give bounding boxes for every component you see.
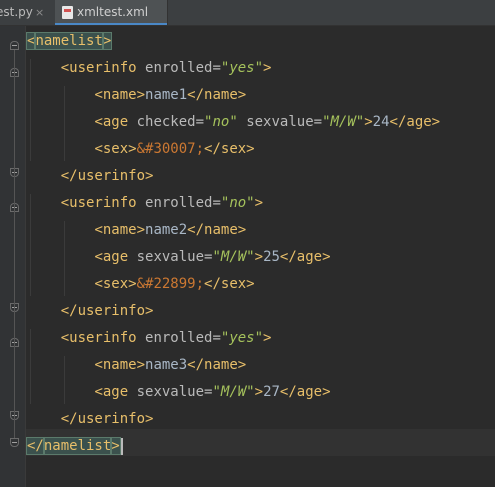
code-line[interactable]: </userinfo> [61, 406, 154, 433]
code-token: > [254, 384, 264, 400]
code-token: </name> [187, 87, 247, 103]
close-tab-icon[interactable]: × [35, 0, 44, 25]
code-token: "M/W" [322, 114, 365, 130]
code-token: = [195, 114, 205, 130]
fold-range-line [14, 347, 15, 411]
code-token: <sex> [94, 276, 137, 292]
code-token: "yes" [220, 330, 264, 346]
code-token: sexvalue [246, 114, 314, 130]
code-token: </userinfo> [60, 168, 154, 184]
code-token: &#22899; [136, 276, 205, 292]
code-token: > [254, 195, 264, 211]
tab-label: est.py [0, 5, 33, 19]
code-line[interactable]: </namelist> [26, 433, 123, 460]
indent-guide [30, 329, 31, 404]
code-line[interactable]: <userinfo enrolled="yes"> [61, 55, 272, 82]
code-token: > [101, 32, 113, 50]
code-token: > [263, 60, 272, 76]
active-tab-indicator [55, 23, 167, 25]
code-line[interactable]: <name>name2</name> [94, 217, 246, 244]
code-token: </sex> [204, 141, 255, 157]
tab-xmltest-xml[interactable]: xmltest.xml [55, 0, 168, 25]
editor-gutter [0, 26, 26, 487]
code-token: enrolled [145, 60, 213, 76]
code-line[interactable]: <namelist> [25, 28, 113, 55]
fold-marker-icon[interactable] [10, 41, 19, 50]
indent-guide [30, 194, 31, 296]
code-token: "M/W" [212, 249, 255, 265]
code-token: > [364, 114, 373, 130]
code-line[interactable]: <name>name3</name> [94, 352, 246, 379]
code-token: "no" [204, 114, 238, 130]
code-token: <name> [94, 87, 146, 103]
tab-label: xmltest.xml [77, 5, 149, 19]
code-token: <sex> [94, 141, 137, 157]
code-token: namelist [34, 32, 104, 50]
code-token: = [212, 195, 221, 211]
code-token: <name> [94, 222, 146, 238]
code-token: </name> [187, 357, 247, 373]
code-token: enrolled [145, 330, 213, 346]
indent-guide [30, 59, 31, 161]
code-token: name3 [145, 357, 188, 373]
code-line[interactable]: <age sexvalue="M/W">25</age> [94, 244, 330, 271]
code-line[interactable]: <name>name1</name> [94, 82, 246, 109]
code-token: "yes" [220, 60, 264, 76]
code-token: <name> [94, 357, 146, 373]
code-token: > [254, 249, 264, 265]
code-token: "M/W" [212, 384, 255, 400]
indent-guide [63, 356, 65, 404]
code-token: </name> [187, 222, 247, 238]
code-token: </age> [279, 384, 331, 400]
code-token: <userinfo [60, 330, 146, 346]
code-editor[interactable]: <namelist> <userinfo enrolled="yes"> <name… [0, 26, 495, 487]
code-token: enrolled [145, 195, 213, 211]
code-token: > [110, 437, 121, 455]
fold-marker-icon[interactable] [10, 438, 19, 447]
code-line[interactable]: <age sexvalue="M/W">27</age> [94, 379, 330, 406]
indent-guide [63, 221, 65, 296]
code-token: </age> [389, 114, 441, 130]
code-token: 25 [263, 249, 280, 265]
code-token: <userinfo [60, 60, 146, 76]
code-line[interactable]: </userinfo> [61, 163, 154, 190]
text-caret [120, 437, 123, 455]
code-token: name1 [145, 87, 188, 103]
code-token: </ [26, 437, 45, 455]
code-token: &#30007; [136, 141, 205, 157]
code-token: = [313, 114, 323, 130]
indent-guide [63, 86, 65, 161]
fold-range-line [14, 212, 15, 303]
code-token: </age> [279, 249, 331, 265]
xml-file-icon [62, 6, 73, 19]
code-token: > [263, 330, 272, 346]
code-token: sexvalue [136, 249, 205, 265]
fold-range-line [14, 77, 15, 168]
code-token: </userinfo> [60, 411, 154, 427]
code-token: <age [94, 384, 137, 400]
code-line[interactable]: <age checked="no" sexvalue="M/W">24</age… [94, 109, 440, 136]
code-token: = [212, 330, 221, 346]
code-token: checked [136, 114, 196, 130]
code-token: sexvalue [136, 384, 205, 400]
code-line[interactable]: <sex>&#30007;</sex> [94, 136, 254, 163]
code-token: namelist [42, 437, 113, 455]
code-line[interactable]: <sex>&#22899;</sex> [94, 271, 254, 298]
tab-python-file[interactable]: est.py × [0, 0, 44, 25]
code-line[interactable]: <userinfo enrolled="yes"> [61, 325, 272, 352]
code-line[interactable]: </userinfo> [61, 298, 154, 325]
code-token: 27 [263, 384, 280, 400]
code-line[interactable]: <userinfo enrolled="no"> [61, 190, 263, 217]
code-token: <age [94, 114, 137, 130]
code-token: </userinfo> [60, 303, 154, 319]
editor-tab-bar: est.py × xmltest.xml [0, 0, 495, 26]
code-token: 24 [372, 114, 390, 130]
code-token: <userinfo [60, 195, 146, 211]
code-token: = [212, 60, 221, 76]
code-token: "no" [220, 195, 255, 211]
code-token: </sex> [204, 276, 255, 292]
code-token: name2 [145, 222, 188, 238]
code-token: <age [94, 249, 137, 265]
